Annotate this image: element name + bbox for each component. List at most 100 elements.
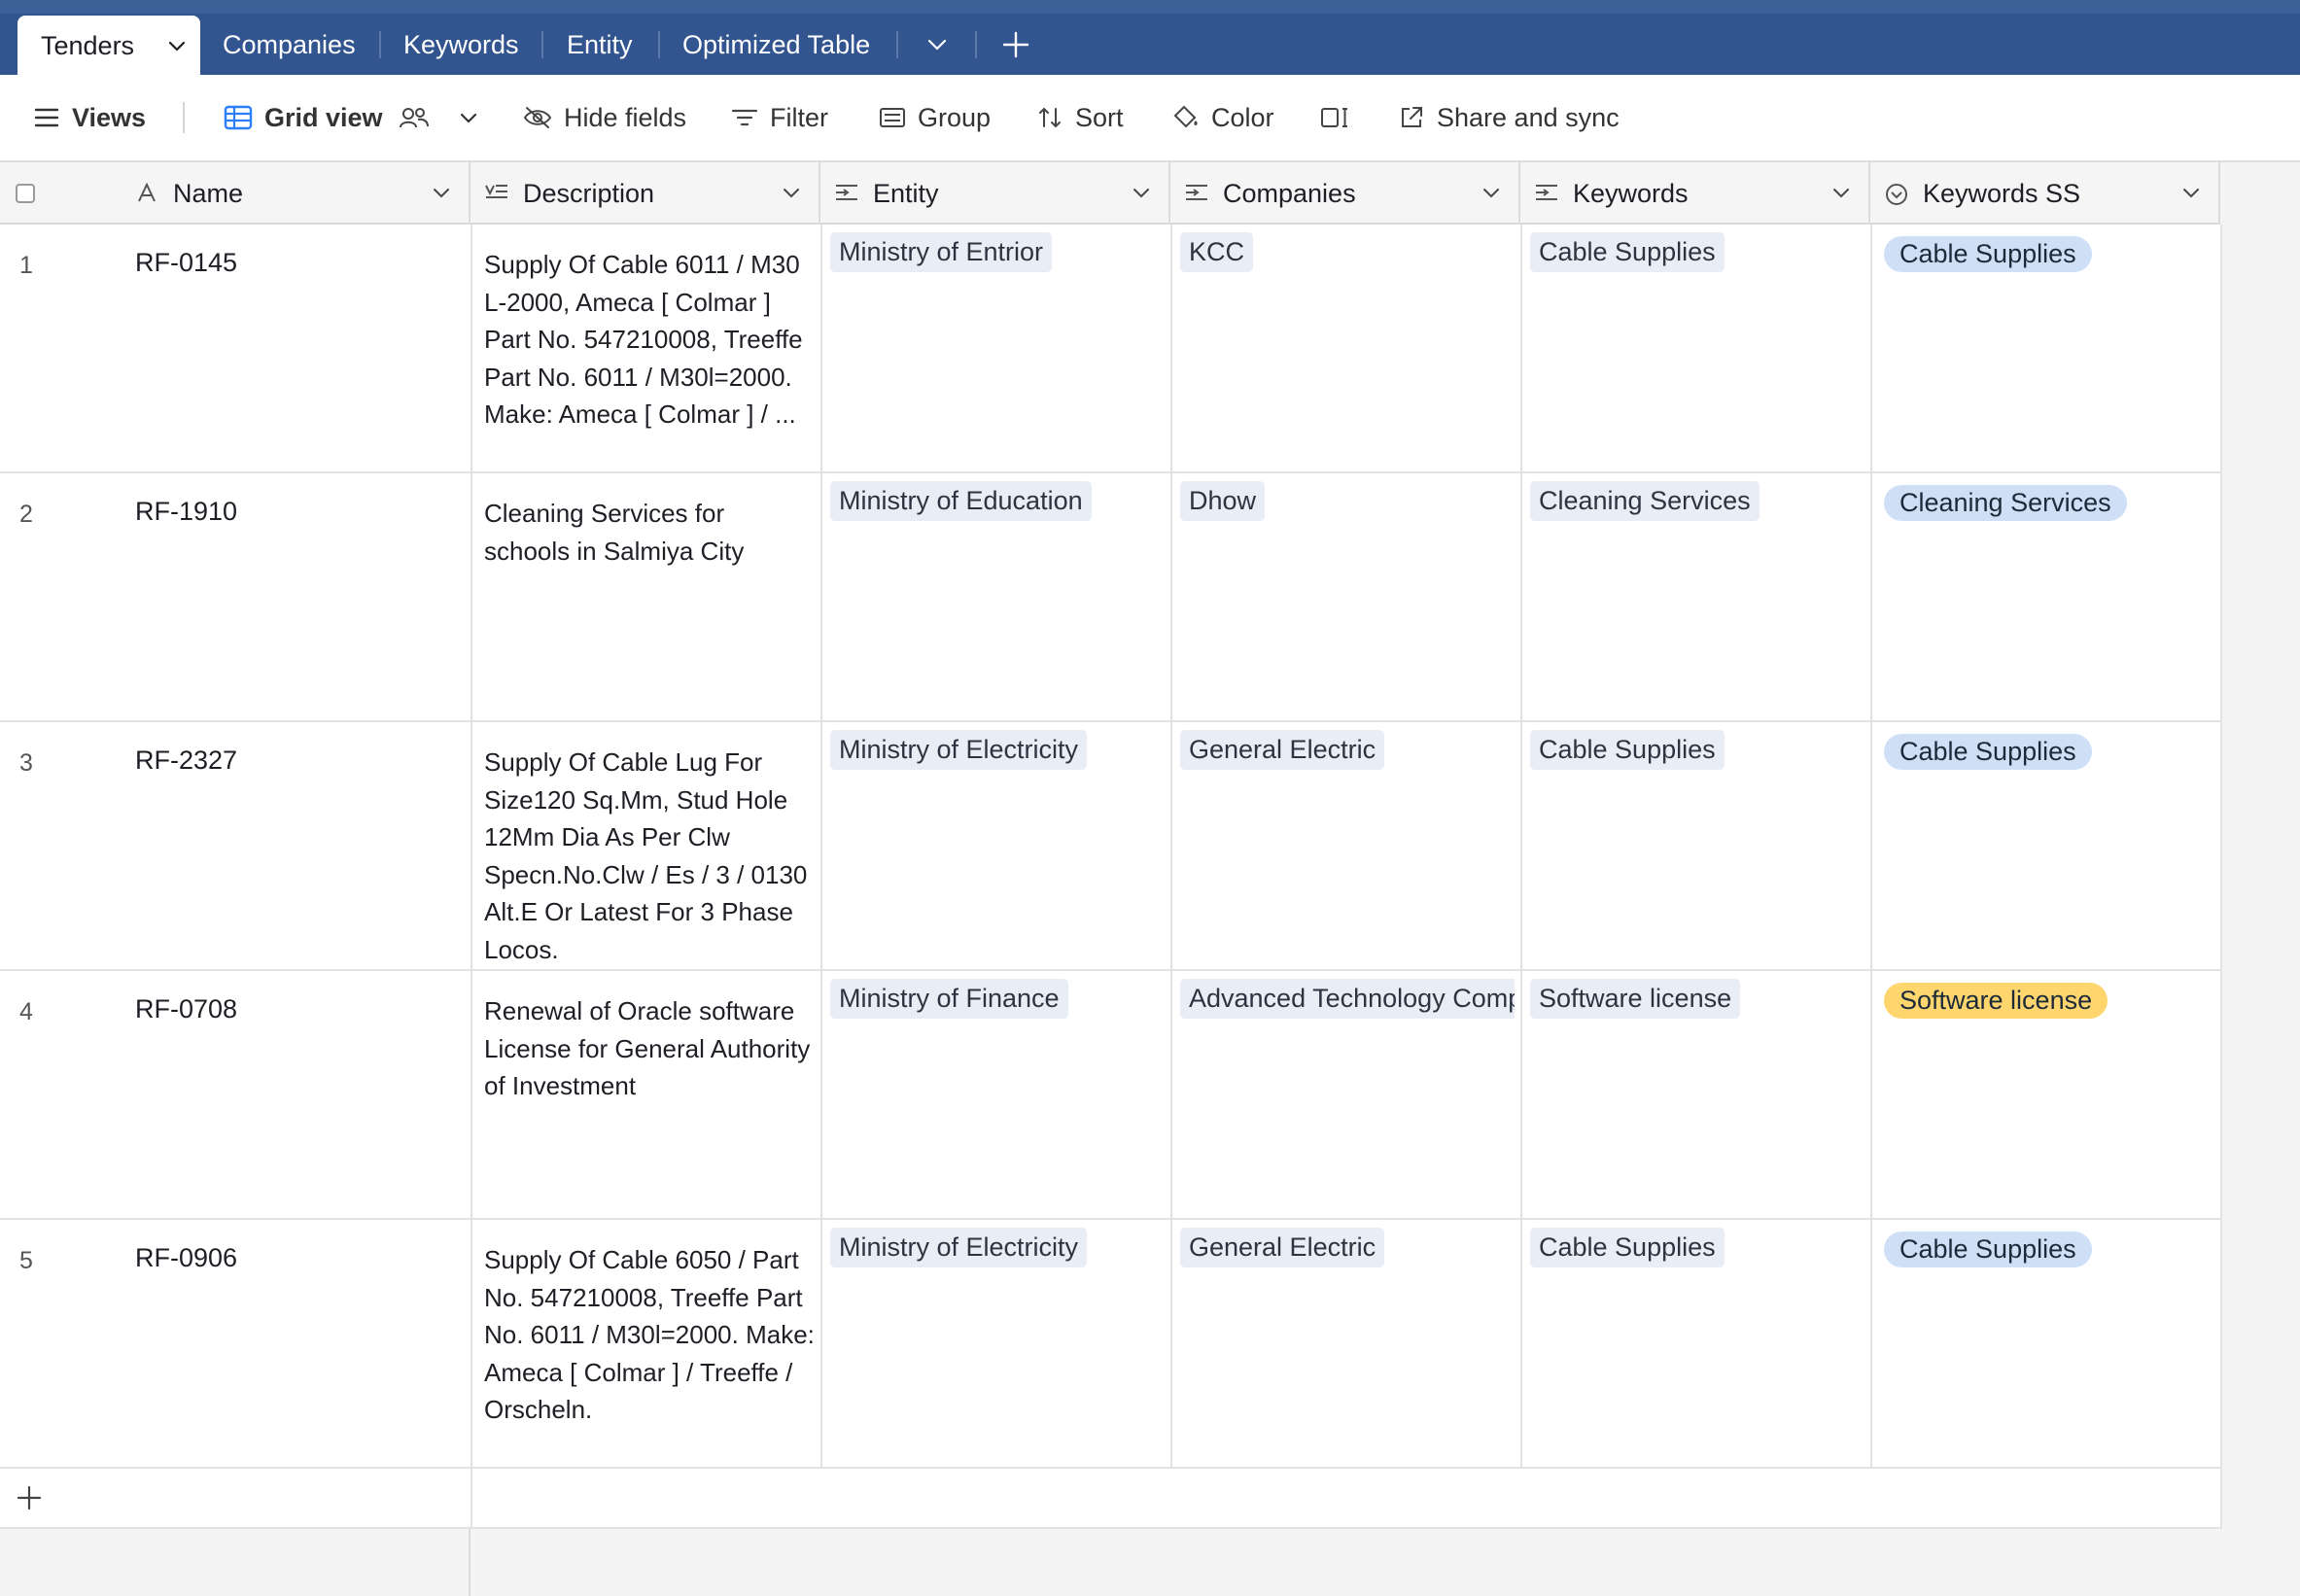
- record-name[interactable]: RF-1910: [135, 497, 237, 527]
- table-row[interactable]: 1 RF-0145 Supply Of Cable 6011 / M30 L-2…: [0, 225, 2220, 473]
- record-name[interactable]: RF-0708: [135, 994, 237, 1024]
- keyword-link-pill[interactable]: Cable Supplies: [1530, 232, 1725, 272]
- filter-button[interactable]: Filter: [731, 96, 828, 139]
- description-cell[interactable]: Renewal of Oracle software License for G…: [484, 992, 815, 1105]
- column-divider: [1520, 1220, 1522, 1467]
- column-divider: [1520, 722, 1522, 969]
- text-field-icon: [138, 182, 156, 202]
- tab-tenders[interactable]: Tenders: [17, 16, 200, 75]
- company-link-pill[interactable]: Dhow: [1180, 481, 1266, 521]
- tab-divider: [658, 31, 660, 58]
- row-height-button[interactable]: [1320, 96, 1361, 139]
- keyword-ss-chip[interactable]: Software license: [1884, 983, 2108, 1019]
- grid-view-button[interactable]: Grid view: [224, 96, 490, 139]
- column-divider: [1170, 971, 1172, 1218]
- description-cell[interactable]: Supply Of Cable 6011 / M30 L-2000, Ameca…: [484, 246, 815, 475]
- record-name[interactable]: RF-0145: [135, 248, 237, 278]
- chevron-down-icon[interactable]: [167, 39, 187, 52]
- keyword-link-pill[interactable]: Cable Supplies: [1530, 1228, 1725, 1267]
- entity-link-pill[interactable]: Ministry of Entrior: [830, 232, 1053, 272]
- column-divider: [470, 473, 472, 720]
- company-link-pill[interactable]: General Electric: [1180, 1228, 1385, 1267]
- column-divider: [470, 971, 472, 1218]
- tab-optimized-table[interactable]: Optimized Table: [682, 25, 870, 64]
- company-link-pill[interactable]: General Electric: [1180, 730, 1385, 770]
- record-name[interactable]: RF-2327: [135, 746, 237, 776]
- hide-fields-button[interactable]: Hide fields: [523, 96, 686, 139]
- linked-record-icon: [1186, 185, 1207, 200]
- menu-icon: [34, 108, 59, 127]
- add-record-row[interactable]: [0, 1469, 2220, 1529]
- color-label: Color: [1211, 102, 1274, 132]
- hide-fields-label: Hide fields: [564, 102, 687, 132]
- table-row[interactable]: 4 RF-0708 Renewal of Oracle software Lic…: [0, 971, 2220, 1220]
- keyword-ss-chip[interactable]: Cleaning Services: [1884, 485, 2127, 521]
- collaborators-icon: [399, 108, 429, 128]
- share-and-sync-button[interactable]: Share and sync: [1398, 96, 1620, 139]
- plus-icon[interactable]: [16, 1484, 43, 1511]
- description-column-header[interactable]: Description: [470, 162, 820, 225]
- group-button[interactable]: Group: [879, 96, 991, 139]
- add-table-icon[interactable]: [1001, 30, 1030, 59]
- column-divider: [1870, 722, 1872, 969]
- keyword-ss-chip[interactable]: Cable Supplies: [1884, 734, 2092, 770]
- company-link-pill[interactable]: Advanced Technology Comp: [1180, 979, 1515, 1019]
- keyword-ss-chip[interactable]: Cable Supplies: [1884, 1232, 2092, 1267]
- color-button[interactable]: Color: [1170, 96, 1274, 139]
- sort-button[interactable]: Sort: [1036, 96, 1124, 139]
- column-divider: [470, 225, 472, 471]
- column-divider: [1170, 722, 1172, 969]
- column-companies-label: Companies: [1223, 179, 1356, 208]
- more-tables-chevron-icon[interactable]: [925, 37, 949, 52]
- description-cell[interactable]: Supply Of Cable Lug For Size120 Sq.Mm, S…: [484, 744, 815, 973]
- keyword-link-pill[interactable]: Software license: [1530, 979, 1741, 1019]
- group-label: Group: [918, 102, 992, 132]
- keywords-ss-column-header[interactable]: Keywords SS: [1870, 162, 2220, 225]
- chevron-down-icon[interactable]: [432, 186, 451, 199]
- company-link-pill[interactable]: KCC: [1180, 232, 1254, 272]
- entity-column-header[interactable]: Entity: [820, 162, 1170, 225]
- views-button[interactable]: Views: [33, 96, 146, 139]
- chevron-down-icon[interactable]: [1481, 186, 1501, 199]
- linked-record-icon: [1536, 185, 1557, 200]
- column-divider: [820, 971, 822, 1218]
- row-number: 4: [19, 998, 33, 1025]
- group-icon: [880, 108, 905, 127]
- app-header-strip: [0, 0, 2300, 14]
- description-cell[interactable]: Supply Of Cable 6050 / Part No. 54721000…: [484, 1241, 815, 1471]
- column-divider: [1520, 473, 1522, 720]
- tab-keywords[interactable]: Keywords: [403, 25, 519, 64]
- keyword-link-pill[interactable]: Cleaning Services: [1530, 481, 1760, 521]
- chevron-down-icon[interactable]: [782, 186, 801, 199]
- column-keywords-label: Keywords: [1573, 179, 1689, 208]
- share-and-sync-label: Share and sync: [1437, 102, 1620, 132]
- sort-label: Sort: [1075, 102, 1124, 132]
- column-divider: [470, 1220, 472, 1467]
- keyword-link-pill[interactable]: Cable Supplies: [1530, 730, 1725, 770]
- table-tab-bar: Tenders Companies Keywords Entity Optimi…: [0, 0, 2300, 75]
- table-row[interactable]: 3 RF-2327 Supply Of Cable Lug For Size12…: [0, 722, 2220, 971]
- tab-divider: [541, 31, 543, 58]
- table-row[interactable]: 5 RF-0906 Supply Of Cable 6050 / Part No…: [0, 1220, 2220, 1469]
- keyword-ss-chip[interactable]: Cable Supplies: [1884, 236, 2092, 272]
- select-all-checkbox[interactable]: [16, 184, 35, 203]
- entity-link-pill[interactable]: Ministry of Finance: [830, 979, 1068, 1019]
- entity-link-pill[interactable]: Ministry of Electricity: [830, 730, 1088, 770]
- name-column-header[interactable]: Name: [0, 162, 470, 225]
- linked-record-icon: [836, 185, 857, 200]
- table-row[interactable]: 2 RF-1910 Cleaning Services for schools …: [0, 473, 2220, 722]
- grid-right-border: [2220, 225, 2222, 1529]
- entity-link-pill[interactable]: Ministry of Electricity: [830, 1228, 1088, 1267]
- entity-link-pill[interactable]: Ministry of Education: [830, 481, 1092, 521]
- tab-entity[interactable]: Entity: [567, 25, 633, 64]
- chevron-down-icon[interactable]: [1132, 186, 1151, 199]
- chevron-down-icon[interactable]: [2181, 186, 2201, 199]
- chevron-down-icon[interactable]: [1831, 186, 1851, 199]
- description-cell[interactable]: Cleaning Services for schools in Salmiya…: [484, 495, 815, 570]
- chevron-down-icon[interactable]: [459, 111, 478, 124]
- record-name[interactable]: RF-0906: [135, 1243, 237, 1273]
- tab-companies[interactable]: Companies: [223, 25, 356, 64]
- single-select-icon: [1886, 184, 1907, 205]
- keywords-column-header[interactable]: Keywords: [1520, 162, 1870, 225]
- companies-column-header[interactable]: Companies: [1170, 162, 1520, 225]
